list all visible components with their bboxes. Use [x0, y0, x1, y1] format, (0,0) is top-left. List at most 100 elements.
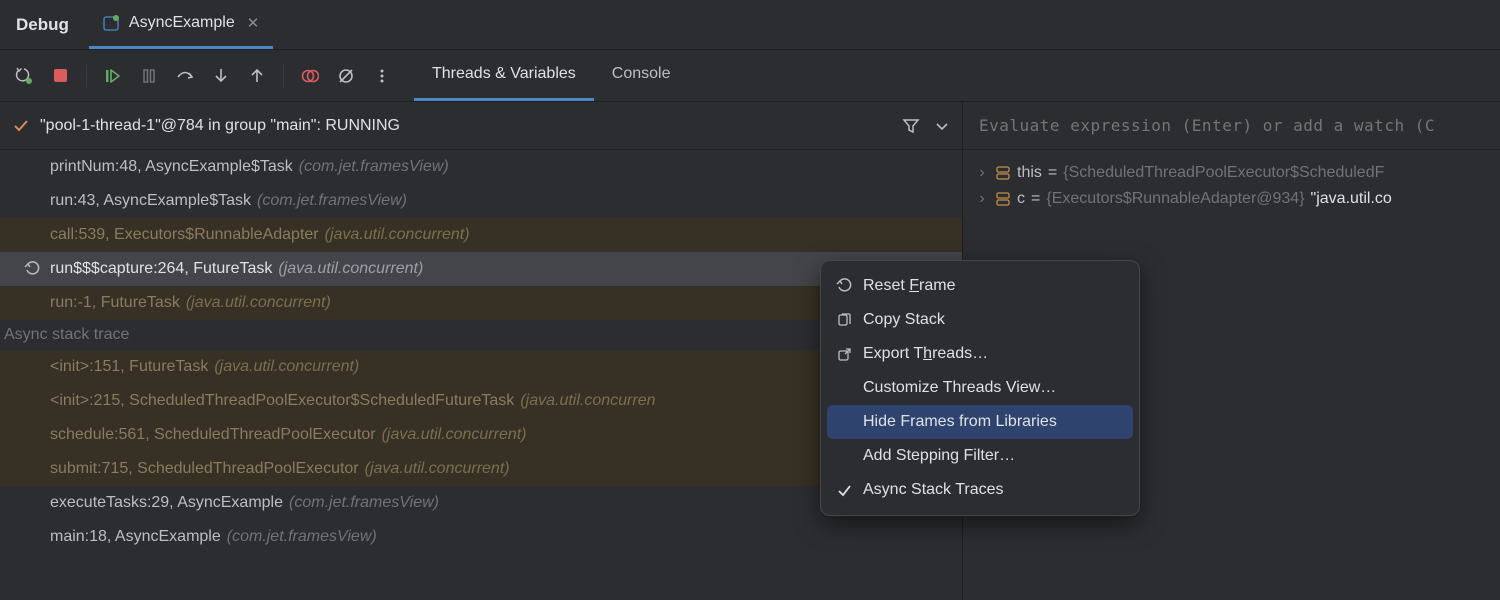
tool-window-title: Debug	[0, 0, 89, 49]
close-tab-icon[interactable]: ✕	[247, 14, 260, 32]
menu-label: Reset Frame	[863, 277, 955, 295]
tab-console[interactable]: Console	[594, 50, 689, 101]
filter-icon[interactable]	[902, 117, 920, 135]
stack-frame[interactable]: submit:715, ScheduledThreadPoolExecutor …	[0, 452, 962, 486]
menu-label: Copy Stack	[863, 311, 945, 329]
frame-text: schedule:561, ScheduledThreadPoolExecuto…	[50, 423, 376, 447]
frame-text: <init>:215, ScheduledThreadPoolExecutor$…	[50, 389, 514, 413]
debug-toolbar: Threads & Variables Console	[0, 50, 1500, 102]
frame-package: (java.util.concurrent)	[382, 423, 527, 447]
frame-text: submit:715, ScheduledThreadPoolExecutor	[50, 457, 359, 481]
variable-name: c	[1017, 190, 1025, 208]
stack-frame[interactable]: call:539, Executors$RunnableAdapter (jav…	[0, 218, 962, 252]
object-icon	[995, 165, 1011, 181]
more-actions-button[interactable]	[366, 60, 398, 92]
class-file-icon	[103, 14, 121, 32]
frame-text: executeTasks:29, AsyncExample	[50, 491, 283, 515]
reset-icon	[835, 278, 853, 294]
frame-package: (com.jet.framesView)	[289, 491, 439, 515]
debug-content-tabs: Threads & Variables Console	[414, 50, 688, 101]
frames-context-menu: Reset Frame Copy Stack Export Threads… C…	[820, 260, 1140, 516]
frame-text: main:18, AsyncExample	[50, 525, 221, 549]
frame-package: (java.util.concurrent)	[278, 257, 423, 281]
frame-package: (java.util.concurrent)	[325, 223, 470, 247]
frame-package: (java.util.concurrent)	[365, 457, 510, 481]
menu-hide-frames-from-libraries[interactable]: Hide Frames from Libraries	[827, 405, 1133, 439]
debug-panels: "pool-1-thread-1"@784 in group "main": R…	[0, 102, 1500, 600]
frames-list: printNum:48, AsyncExample$Task (com.jet.…	[0, 150, 962, 600]
object-icon	[995, 191, 1011, 207]
frame-text: run:43, AsyncExample$Task	[50, 189, 251, 213]
stack-frame[interactable]: main:18, AsyncExample (com.jet.framesVie…	[0, 520, 962, 554]
menu-customize-threads-view[interactable]: Customize Threads View…	[821, 371, 1139, 405]
thread-status-icon	[12, 117, 30, 135]
evaluate-expression-input[interactable]	[979, 116, 1484, 135]
tab-label: AsyncExample	[129, 14, 235, 32]
chevron-down-icon[interactable]	[934, 118, 950, 134]
stop-button[interactable]	[44, 60, 76, 92]
stack-frame[interactable]: run:-1, FutureTask (java.util.concurrent…	[0, 286, 962, 320]
variables-list: › this = {ScheduledThreadPoolExecutor$Sc…	[963, 150, 1500, 222]
mute-breakpoints-button[interactable]	[330, 60, 362, 92]
menu-export-threads[interactable]: Export Threads…	[821, 337, 1139, 371]
stack-frame[interactable]: schedule:561, ScheduledThreadPoolExecuto…	[0, 418, 962, 452]
title-bar: Debug AsyncExample ✕	[0, 0, 1500, 50]
frame-text: call:539, Executors$RunnableAdapter	[50, 223, 319, 247]
chevron-right-icon[interactable]: ›	[975, 164, 989, 182]
menu-copy-stack[interactable]: Copy Stack	[821, 303, 1139, 337]
resume-button[interactable]	[97, 60, 129, 92]
frame-package: (com.jet.framesView)	[299, 155, 449, 179]
menu-add-stepping-filter[interactable]: Add Stepping Filter…	[821, 439, 1139, 473]
menu-label: Customize Threads View…	[863, 379, 1056, 397]
stack-frame[interactable]: executeTasks:29, AsyncExample (com.jet.f…	[0, 486, 962, 520]
frame-package: (com.jet.framesView)	[257, 189, 407, 213]
variable-string: "java.util.co	[1311, 190, 1392, 208]
step-into-button[interactable]	[205, 60, 237, 92]
frame-package: (java.util.concurrent)	[186, 291, 331, 315]
pause-button[interactable]	[133, 60, 165, 92]
stack-frame[interactable]: run$$$capture:264, FutureTask (java.util…	[0, 252, 962, 286]
step-over-button[interactable]	[169, 60, 201, 92]
frame-text: run:-1, FutureTask	[50, 291, 180, 315]
toolbar-separator	[283, 65, 284, 87]
stack-frame[interactable]: printNum:48, AsyncExample$Task (com.jet.…	[0, 150, 962, 184]
menu-label: Hide Frames from Libraries	[863, 413, 1057, 431]
chevron-right-icon[interactable]: ›	[975, 190, 989, 208]
stack-frame[interactable]: run:43, AsyncExample$Task (com.jet.frame…	[0, 184, 962, 218]
rerun-button[interactable]	[8, 60, 40, 92]
debug-session-tab[interactable]: AsyncExample ✕	[89, 0, 273, 49]
variable-value: {Executors$RunnableAdapter@934}	[1046, 190, 1304, 208]
variable-eq: =	[1048, 164, 1057, 182]
step-out-button[interactable]	[241, 60, 273, 92]
variable-eq: =	[1031, 190, 1040, 208]
export-icon	[835, 347, 853, 362]
frame-package: (com.jet.framesView)	[227, 525, 377, 549]
frames-panel: "pool-1-thread-1"@784 in group "main": R…	[0, 102, 963, 600]
toolbar-separator	[86, 65, 87, 87]
menu-label: Export Threads…	[863, 345, 988, 363]
frame-text: printNum:48, AsyncExample$Task	[50, 155, 293, 179]
check-icon	[835, 483, 853, 498]
frame-package: (java.util.concurrent)	[214, 355, 359, 379]
thread-selector-bar[interactable]: "pool-1-thread-1"@784 in group "main": R…	[0, 102, 962, 150]
frame-text: <init>:151, FutureTask	[50, 355, 208, 379]
menu-label: Async Stack Traces	[863, 481, 1004, 499]
async-trace-header: Async stack trace	[0, 320, 962, 350]
frame-text: run$$$capture:264, FutureTask	[50, 257, 272, 281]
stack-frame[interactable]: <init>:151, FutureTask (java.util.concur…	[0, 350, 962, 384]
variable-row[interactable]: › c = {Executors$RunnableAdapter@934} "j…	[975, 186, 1488, 212]
view-breakpoints-button[interactable]	[294, 60, 326, 92]
frame-package: (java.util.concurren	[520, 389, 655, 413]
variable-row[interactable]: › this = {ScheduledThreadPoolExecutor$Sc…	[975, 160, 1488, 186]
copy-icon	[835, 313, 853, 328]
menu-reset-frame[interactable]: Reset Frame	[821, 269, 1139, 303]
menu-label: Add Stepping Filter…	[863, 447, 1015, 465]
tab-threads-variables[interactable]: Threads & Variables	[414, 50, 594, 101]
stack-frame[interactable]: <init>:215, ScheduledThreadPoolExecutor$…	[0, 384, 962, 418]
variable-value: {ScheduledThreadPoolExecutor$ScheduledF	[1063, 164, 1384, 182]
evaluate-expression-bar[interactable]	[963, 102, 1500, 150]
menu-async-stack-traces[interactable]: Async Stack Traces	[821, 473, 1139, 507]
thread-label: "pool-1-thread-1"@784 in group "main": R…	[40, 117, 892, 135]
reset-frame-icon	[24, 261, 40, 277]
variable-name: this	[1017, 164, 1042, 182]
